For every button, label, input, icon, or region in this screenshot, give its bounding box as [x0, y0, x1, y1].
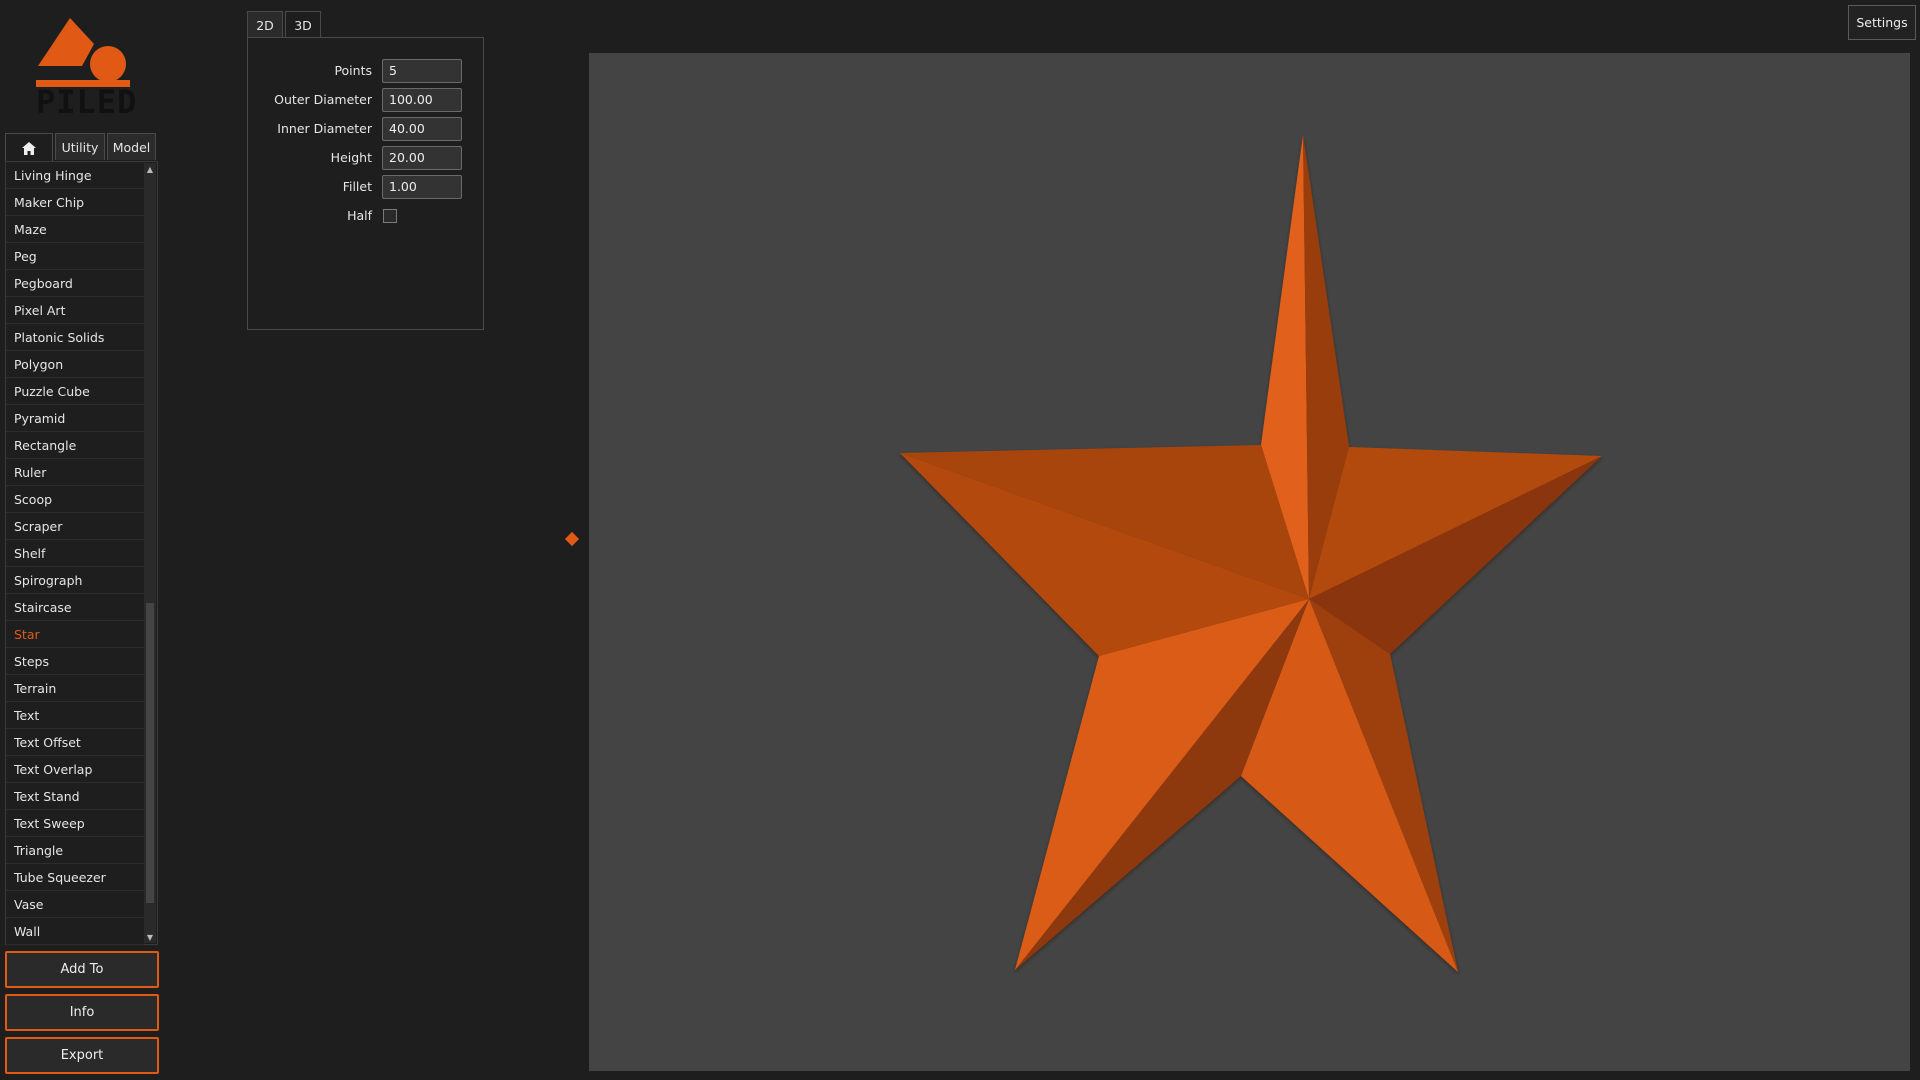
list-item[interactable]: Spirograph	[6, 567, 144, 594]
list-item[interactable]: Scraper	[6, 513, 144, 540]
param-row-inner-diameter: Inner Diameter 40.00	[248, 117, 485, 141]
list-item[interactable]: Rectangle	[6, 432, 144, 459]
param-row-outer-diameter: Outer Diameter 100.00	[248, 88, 485, 112]
scroll-down-icon[interactable]: ▼	[144, 931, 156, 943]
list-item[interactable]: Living Hinge	[6, 162, 144, 189]
list-item[interactable]: Star	[6, 621, 144, 648]
list-item[interactable]: Pixel Art	[6, 297, 144, 324]
tab-2d[interactable]: 2D	[247, 11, 283, 38]
list-item[interactable]: Polygon	[6, 351, 144, 378]
list-item[interactable]: Text	[6, 702, 144, 729]
home-icon	[22, 141, 36, 155]
param-label: Points	[334, 63, 372, 78]
list-item[interactable]: Puzzle Cube	[6, 378, 144, 405]
list-item[interactable]: Text Offset	[6, 729, 144, 756]
fillet-input[interactable]: 1.00	[382, 175, 462, 199]
scroll-thumb[interactable]	[146, 603, 154, 903]
list-item[interactable]: Vase	[6, 891, 144, 918]
param-label: Fillet	[342, 179, 372, 194]
scroll-up-icon[interactable]: ▲	[144, 163, 156, 175]
list-item[interactable]: Wall	[6, 918, 144, 945]
height-input[interactable]: 20.00	[382, 146, 462, 170]
list-item[interactable]: Text Stand	[6, 783, 144, 810]
settings-button[interactable]: Settings	[1848, 5, 1916, 40]
list-item[interactable]: Text Sweep	[6, 810, 144, 837]
list-item[interactable]: Maker Chip	[6, 189, 144, 216]
app-logo: PILED	[30, 14, 136, 118]
list-item[interactable]: Tube Squeezer	[6, 864, 144, 891]
list-item[interactable]: Pegboard	[6, 270, 144, 297]
splitter-handle[interactable]	[564, 531, 580, 547]
info-button[interactable]: Info	[5, 994, 159, 1031]
list-item[interactable]: Platonic Solids	[6, 324, 144, 351]
tab-model[interactable]: Model	[107, 133, 156, 160]
param-row-fillet: Fillet 1.00	[248, 175, 485, 199]
list-item[interactable]: Ruler	[6, 459, 144, 486]
list-item[interactable]: Peg	[6, 243, 144, 270]
tab-home[interactable]	[5, 133, 53, 162]
star-model	[900, 135, 1602, 972]
points-input[interactable]: 5	[382, 59, 462, 83]
parameters-panel: Points 5 Outer Diameter 100.00 Inner Dia…	[247, 37, 484, 330]
add-to-button[interactable]: Add To	[5, 951, 159, 988]
param-row-points: Points 5	[248, 59, 485, 83]
list-item[interactable]: Triangle	[6, 837, 144, 864]
list-item[interactable]: Maze	[6, 216, 144, 243]
tab-3d[interactable]: 3D	[285, 11, 321, 38]
list-item[interactable]: Terrain	[6, 675, 144, 702]
model-list[interactable]: Living Hinge Maker Chip Maze Peg Pegboard Pix…	[5, 161, 158, 945]
list-item[interactable]: Staircase	[6, 594, 144, 621]
param-label: Half	[347, 208, 372, 223]
list-item[interactable]: Steps	[6, 648, 144, 675]
inner-diameter-input[interactable]: 40.00	[382, 117, 462, 141]
export-button[interactable]: Export	[5, 1037, 159, 1074]
param-label: Outer Diameter	[274, 92, 372, 107]
list-item[interactable]: Scoop	[6, 486, 144, 513]
param-label: Inner Diameter	[277, 121, 372, 136]
3d-viewport[interactable]	[589, 53, 1910, 1071]
outer-diameter-input[interactable]: 100.00	[382, 88, 462, 112]
tab-utility[interactable]: Utility	[55, 133, 105, 160]
list-item[interactable]: Text Overlap	[6, 756, 144, 783]
list-item[interactable]: Shelf	[6, 540, 144, 567]
logo-mark	[36, 18, 130, 87]
param-row-half: Half	[248, 204, 485, 228]
list-item[interactable]: Pyramid	[6, 405, 144, 432]
list-scrollbar[interactable]: ▲ ▼	[144, 163, 156, 943]
half-checkbox[interactable]	[383, 209, 397, 223]
logo-text: PILED	[36, 83, 138, 121]
param-label: Height	[330, 150, 372, 165]
param-row-height: Height 20.00	[248, 146, 485, 170]
